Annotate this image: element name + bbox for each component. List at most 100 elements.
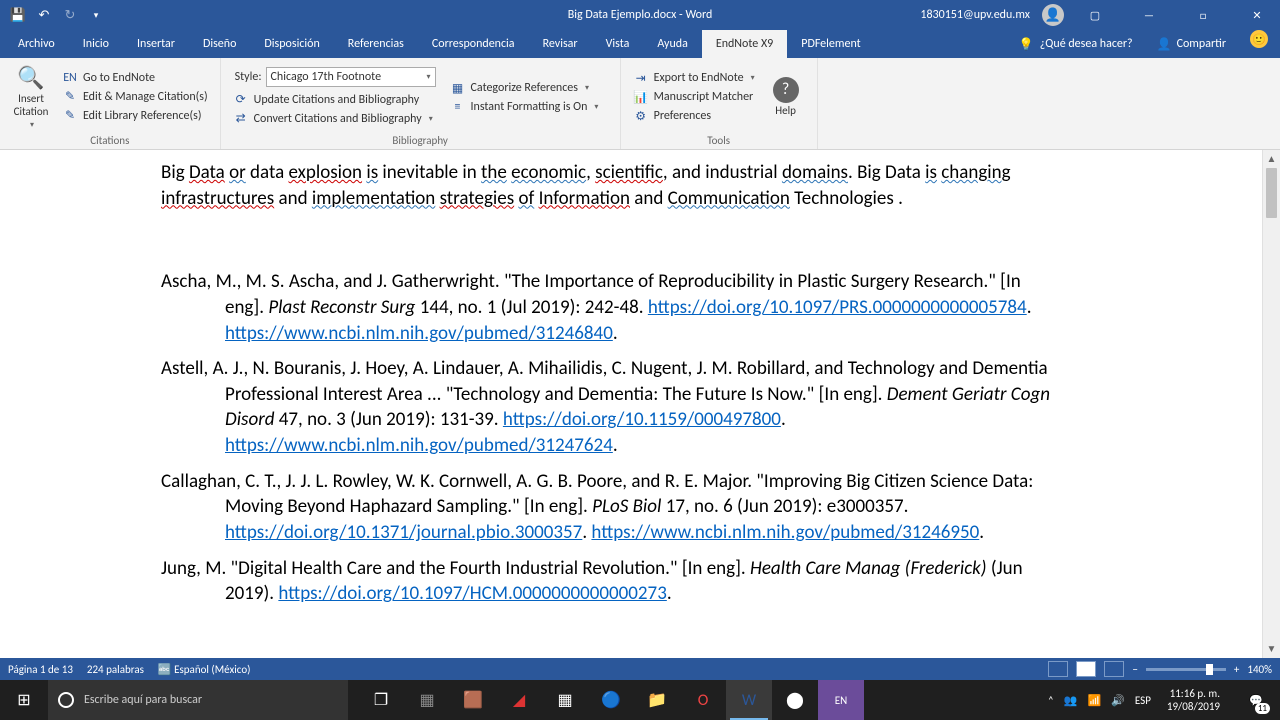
taskbar-app-2[interactable]: 🟫 <box>450 680 496 720</box>
tray-language[interactable]: ESP <box>1135 694 1151 707</box>
taskbar-opera[interactable]: O <box>680 680 726 720</box>
undo-icon[interactable]: ↶ <box>32 3 56 27</box>
zoom-out-button[interactable]: − <box>1132 663 1137 676</box>
feedback-smiley-icon[interactable]: 🙂 <box>1250 30 1268 48</box>
tab-vista[interactable]: Vista <box>592 30 644 58</box>
tray-people-icon[interactable]: 👥 <box>1064 694 1078 707</box>
update-citations-button[interactable]: ⟳Update Citations and Bibliography <box>231 91 440 108</box>
reference-link[interactable]: https://doi.org/10.1097/HCM.000000000000… <box>278 582 666 605</box>
taskbar-obs[interactable]: ⬤ <box>772 680 818 720</box>
tab-pdfelement[interactable]: PDFelement <box>787 30 874 58</box>
read-mode-view-button[interactable] <box>1048 661 1068 677</box>
taskbar-app-1[interactable]: ▦ <box>404 680 450 720</box>
zoom-slider[interactable] <box>1146 668 1226 671</box>
reference-link[interactable]: https://doi.org/10.1097/PRS.000000000000… <box>648 296 1027 319</box>
tray-network-icon[interactable]: 📶 <box>1087 694 1101 707</box>
go-to-endnote-button[interactable]: ENGo to EndNote <box>60 70 210 86</box>
ribbon-display-icon[interactable]: ▢ <box>1072 0 1118 30</box>
taskbar-word[interactable]: W <box>726 680 772 720</box>
taskbar-calculator[interactable]: ▦ <box>542 680 588 720</box>
close-icon[interactable]: ✕ <box>1234 0 1280 30</box>
action-center-icon[interactable]: 💬11 <box>1236 680 1276 720</box>
style-label: Style: <box>235 70 262 84</box>
status-bar: Página 1 de 13 224 palabras 🔤 Español (M… <box>0 658 1280 680</box>
minimize-icon[interactable]: — <box>1126 0 1172 30</box>
edit-manage-citations-button[interactable]: ✎Edit & Manage Citation(s) <box>60 88 210 105</box>
tab-disposición[interactable]: Disposición <box>250 30 333 58</box>
tab-correspondencia[interactable]: Correspondencia <box>418 30 529 58</box>
share-button[interactable]: 👤 Compartir <box>1145 30 1238 58</box>
tab-ayuda[interactable]: Ayuda <box>643 30 702 58</box>
taskbar-adobe[interactable]: ◢ <box>496 680 542 720</box>
convert-citations-button[interactable]: ⇄Convert Citations and Bibliography▾ <box>231 110 440 127</box>
tab-insertar[interactable]: Insertar <box>123 30 189 58</box>
bibliography-entry: Callaghan, C. T., J. J. L. Rowley, W. K.… <box>161 469 1061 546</box>
taskbar-explorer[interactable]: 📁 <box>634 680 680 720</box>
export-to-endnote-button[interactable]: ⇥Export to EndNote▾ <box>631 70 757 87</box>
reference-link[interactable]: https://www.ncbi.nlm.nih.gov/pubmed/3124… <box>591 521 979 544</box>
scrollbar-thumb[interactable] <box>1266 168 1277 218</box>
user-avatar-icon[interactable]: 👤 <box>1042 4 1064 26</box>
save-icon[interactable]: 💾 <box>6 3 30 27</box>
tray-chevron-up-icon[interactable]: ˄ <box>1048 694 1054 707</box>
bibliography-entry: Jung, M. "Digital Health Care and the Fo… <box>161 556 1061 607</box>
group-tools: ⇥Export to EndNote▾ 📊Manuscript Matcher … <box>621 58 818 149</box>
tab-archivo[interactable]: Archivo <box>4 30 69 58</box>
taskbar-endnote[interactable]: EN <box>818 680 864 720</box>
tell-me-search[interactable]: 💡 ¿Qué desea hacer? <box>1007 30 1145 58</box>
scroll-up-icon[interactable]: ▲ <box>1263 150 1280 168</box>
edit-library-references-button[interactable]: ✎Edit Library Reference(s) <box>60 107 210 124</box>
export-icon: ⇥ <box>633 71 649 86</box>
ribbon-tabs: ArchivoInicioInsertarDiseñoDisposiciónRe… <box>0 30 1280 58</box>
tray-volume-icon[interactable]: 🔊 <box>1111 694 1125 707</box>
vertical-scrollbar[interactable]: ▲ ▼ <box>1262 150 1280 658</box>
style-dropdown[interactable]: Chicago 17th Footnote▾ <box>266 67 436 87</box>
help-button[interactable]: ? Help <box>761 60 811 134</box>
tab-diseño[interactable]: Diseño <box>189 30 250 58</box>
document-title: Big Data Ejemplo.docx - Word <box>568 8 713 22</box>
word-count[interactable]: 224 palabras <box>87 663 144 676</box>
zoom-in-button[interactable]: + <box>1234 663 1239 676</box>
taskbar-chrome[interactable]: 🔵 <box>588 680 634 720</box>
categorize-icon: ▦ <box>450 81 466 96</box>
language-indicator[interactable]: 🔤 Español (México) <box>158 663 251 676</box>
reference-link[interactable]: https://doi.org/10.1371/journal.pbio.300… <box>225 521 582 544</box>
tab-endnote-x9[interactable]: EndNote X9 <box>702 30 787 58</box>
web-layout-view-button[interactable] <box>1104 661 1124 677</box>
group-label-citations: Citations <box>6 134 214 149</box>
reference-link[interactable]: https://www.ncbi.nlm.nih.gov/pubmed/3124… <box>225 434 613 457</box>
task-view-icon[interactable]: ❐ <box>358 680 404 720</box>
zoom-level[interactable]: 140% <box>1247 663 1272 676</box>
user-email: 1830151@upv.edu.mx <box>920 8 1030 22</box>
tab-revisar[interactable]: Revisar <box>529 30 592 58</box>
tab-inicio[interactable]: Inicio <box>69 30 123 58</box>
help-icon: ? <box>773 77 799 103</box>
group-label-bibliography: Bibliography <box>227 134 614 149</box>
taskbar-search[interactable]: Escribe aquí para buscar <box>48 680 348 720</box>
start-button[interactable]: ⊞ <box>0 680 48 720</box>
endnote-icon: EN <box>62 71 78 85</box>
tab-referencias[interactable]: Referencias <box>334 30 418 58</box>
zoom-slider-knob[interactable] <box>1206 664 1213 675</box>
bibliography-entry: Ascha, M., M. S. Ascha, and J. Gatherwri… <box>161 269 1061 346</box>
instant-formatting-button[interactable]: ≡Instant Formatting is On▾ <box>448 99 601 115</box>
ribbon: 🔍 Insert Citation ▾ ENGo to EndNote ✎Edi… <box>0 58 1280 150</box>
insert-citation-button[interactable]: 🔍 Insert Citation ▾ <box>6 60 56 134</box>
update-icon: ⟳ <box>233 92 249 107</box>
redo-icon[interactable]: ↻ <box>58 3 82 27</box>
preferences-icon: ⚙ <box>633 109 649 124</box>
page-indicator[interactable]: Página 1 de 13 <box>8 663 73 676</box>
qat-customize-icon[interactable]: ▾ <box>84 3 108 27</box>
reference-link[interactable]: https://www.ncbi.nlm.nih.gov/pubmed/3124… <box>225 322 613 345</box>
scroll-down-icon[interactable]: ▼ <box>1263 640 1280 658</box>
preferences-button[interactable]: ⚙Preferences <box>631 108 757 125</box>
document-area[interactable]: Big Data or data explosion is inevitable… <box>0 150 1262 658</box>
tray-clock[interactable]: 11:16 p. m. 19/08/2019 <box>1161 687 1226 713</box>
maximize-icon[interactable]: □ <box>1180 0 1226 30</box>
reference-link[interactable]: https://doi.org/10.1159/000497800 <box>503 408 781 431</box>
manuscript-matcher-button[interactable]: 📊Manuscript Matcher <box>631 89 757 106</box>
insert-citation-icon: 🔍 <box>17 64 44 91</box>
print-layout-view-button[interactable] <box>1076 661 1096 677</box>
chevron-down-icon: ▾ <box>427 72 431 82</box>
categorize-references-button[interactable]: ▦Categorize References▾ <box>448 80 601 97</box>
